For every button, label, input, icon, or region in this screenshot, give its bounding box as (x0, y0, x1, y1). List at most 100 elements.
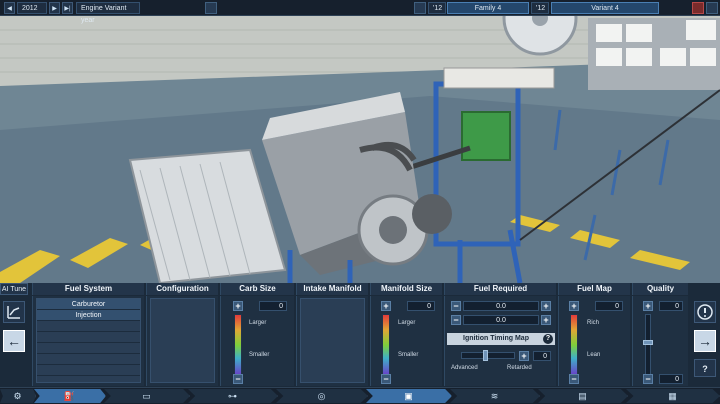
fuel-required-1-increase-button[interactable]: + (541, 301, 551, 311)
carb-size-increase-button[interactable]: + (233, 301, 243, 311)
configuration-column (146, 296, 218, 386)
fuel-required-2-decrease-button[interactable]: − (451, 315, 461, 325)
edit-icon[interactable] (205, 2, 217, 14)
prev-year-button[interactable]: ◀ (4, 2, 15, 14)
carb-size-header: Carb Size (220, 283, 294, 295)
fuel-required-1-value: 0.0 (463, 301, 539, 311)
quality-slider[interactable] (645, 314, 651, 376)
tab-turbo[interactable]: ◎ (276, 389, 368, 403)
quality-column: + 0 − 0 (632, 296, 688, 386)
intake-manifold-column (296, 296, 368, 386)
manifold-size-value: 0 (407, 301, 435, 311)
fuel-required-1-decrease-button[interactable]: − (451, 301, 461, 311)
family-year: '12 (428, 2, 446, 14)
family-selector[interactable]: Family 4 (447, 2, 529, 14)
fuel-system-header: Fuel System (32, 283, 144, 295)
carb-smaller-label: Smaller (249, 352, 270, 358)
fuel-system-option[interactable] (37, 365, 140, 376)
tab-exhaust[interactable]: ≋ (450, 389, 540, 403)
fuel-required-column: − 0.0 + − 0.0 + Ignition Timing Map ? + … (444, 296, 556, 386)
fuel-map-lean-label: Lean (587, 352, 601, 358)
fuel-system-option[interactable] (37, 332, 140, 343)
ignition-timing-knob[interactable] (483, 350, 488, 361)
ai-tune-button[interactable]: AI Tune (0, 283, 28, 295)
ignition-retarded-label: Retarded (507, 365, 532, 371)
help-button[interactable]: ? (694, 359, 716, 377)
dyno-icon: ▤ (578, 391, 587, 401)
fuel-map-header: Fuel Map (558, 283, 630, 295)
intake-manifold-header: Intake Manifold (296, 283, 368, 295)
fuel-system-option[interactable] (37, 343, 140, 354)
tab-test[interactable]: ▦ (626, 389, 720, 403)
garage-scene (0, 0, 720, 283)
engine-viewport[interactable] (0, 0, 720, 283)
ignition-help-icon[interactable]: ? (543, 334, 553, 344)
tab-block[interactable]: ▭ (104, 389, 190, 403)
next-year-button[interactable]: ▶ (49, 2, 60, 14)
manifold-size-decrease-button[interactable]: − (381, 374, 391, 384)
configuration-header: Configuration (146, 283, 218, 295)
forward-arrow-icon[interactable]: → (694, 330, 716, 352)
variant-selector[interactable]: Variant 4 (551, 2, 659, 14)
warning-icon[interactable] (694, 301, 716, 323)
fuel-map-decrease-button[interactable]: − (569, 374, 579, 384)
block-icon: ▭ (142, 391, 151, 401)
fuel-map-value: 0 (595, 301, 623, 311)
fuel-system-list: Carburetor Injection (36, 298, 141, 383)
manifold-smaller-label: Smaller (398, 352, 419, 358)
variant-year: '12 (531, 2, 549, 14)
fuel-required-header: Fuel Required (444, 283, 556, 295)
manifold-size-slider[interactable] (382, 314, 390, 376)
carb-size-slider[interactable] (234, 314, 242, 376)
fuel-system-option[interactable] (37, 321, 140, 332)
manifold-size-header: Manifold Size (370, 283, 442, 295)
tab-fuel[interactable]: ▣ (366, 389, 452, 403)
manifold-larger-label: Larger (398, 320, 416, 326)
save-icon[interactable] (692, 2, 704, 14)
intake-manifold-list[interactable] (300, 298, 365, 383)
engine-icon: ⚙ (13, 391, 22, 401)
fuel-required-2-value: 0.0 (463, 315, 539, 325)
fuel-system-option[interactable]: Carburetor (37, 299, 140, 310)
ignition-timing-value: 0 (533, 351, 551, 361)
family-menu-icon[interactable] (414, 2, 426, 14)
ignition-timing-header: Ignition Timing Map ? (447, 333, 555, 345)
quality-bottom-value: 0 (659, 374, 683, 384)
crankshaft-icon: ⊶ (228, 391, 237, 401)
fuel-system-option[interactable]: Injection (37, 310, 140, 321)
test-icon: ▦ (668, 391, 677, 401)
fuel-system-column: Carburetor Injection (32, 296, 144, 386)
configuration-list[interactable] (150, 298, 215, 383)
manifold-size-increase-button[interactable]: + (381, 301, 391, 311)
quality-increase-button[interactable]: + (643, 301, 653, 311)
fuel-map-column: + 0 Rich Lean − (558, 296, 630, 386)
fuel-map-slider[interactable] (570, 314, 578, 376)
ignition-advanced-label: Advanced (451, 365, 478, 371)
fuel-map-increase-button[interactable]: + (569, 301, 579, 311)
fuel-map-rich-label: Rich (587, 320, 600, 326)
graph-icon[interactable] (3, 301, 25, 323)
quality-decrease-button[interactable]: − (643, 374, 653, 384)
exhaust-icon: ≋ (490, 391, 499, 401)
fuel-system-icon: ⛽ (63, 391, 76, 401)
fuel-icon: ▣ (404, 391, 413, 401)
skip-year-button[interactable]: ▶| (62, 2, 73, 14)
tab-crankshaft[interactable]: ⊶ (188, 389, 278, 403)
carb-size-value: 0 (259, 301, 287, 311)
fuel-required-2-increase-button[interactable]: + (541, 315, 551, 325)
carb-larger-label: Larger (249, 320, 267, 326)
quality-knob[interactable] (643, 340, 653, 345)
carb-size-column: + 0 Larger Smaller − (220, 296, 294, 386)
turbo-icon: ◎ (317, 391, 326, 401)
settings-icon[interactable] (706, 2, 718, 14)
carb-size-decrease-button[interactable]: − (233, 374, 243, 384)
back-arrow-icon[interactable]: ← (3, 330, 25, 352)
fuel-system-option[interactable] (37, 354, 140, 365)
engine-stage-toolbar: ⚙ ⛽ ▭ ⊶ ◎ ▣ ≋ ▤ ▦ (0, 387, 720, 404)
tab-engine-overview[interactable]: ⚙ (0, 389, 36, 403)
ignition-increase-button[interactable]: + (519, 351, 529, 361)
ignition-timing-slider[interactable] (461, 352, 515, 359)
tab-fuel-system[interactable]: ⛽ (34, 389, 106, 403)
tab-dyno[interactable]: ▤ (538, 389, 628, 403)
year-field[interactable]: 2012 (17, 2, 47, 14)
